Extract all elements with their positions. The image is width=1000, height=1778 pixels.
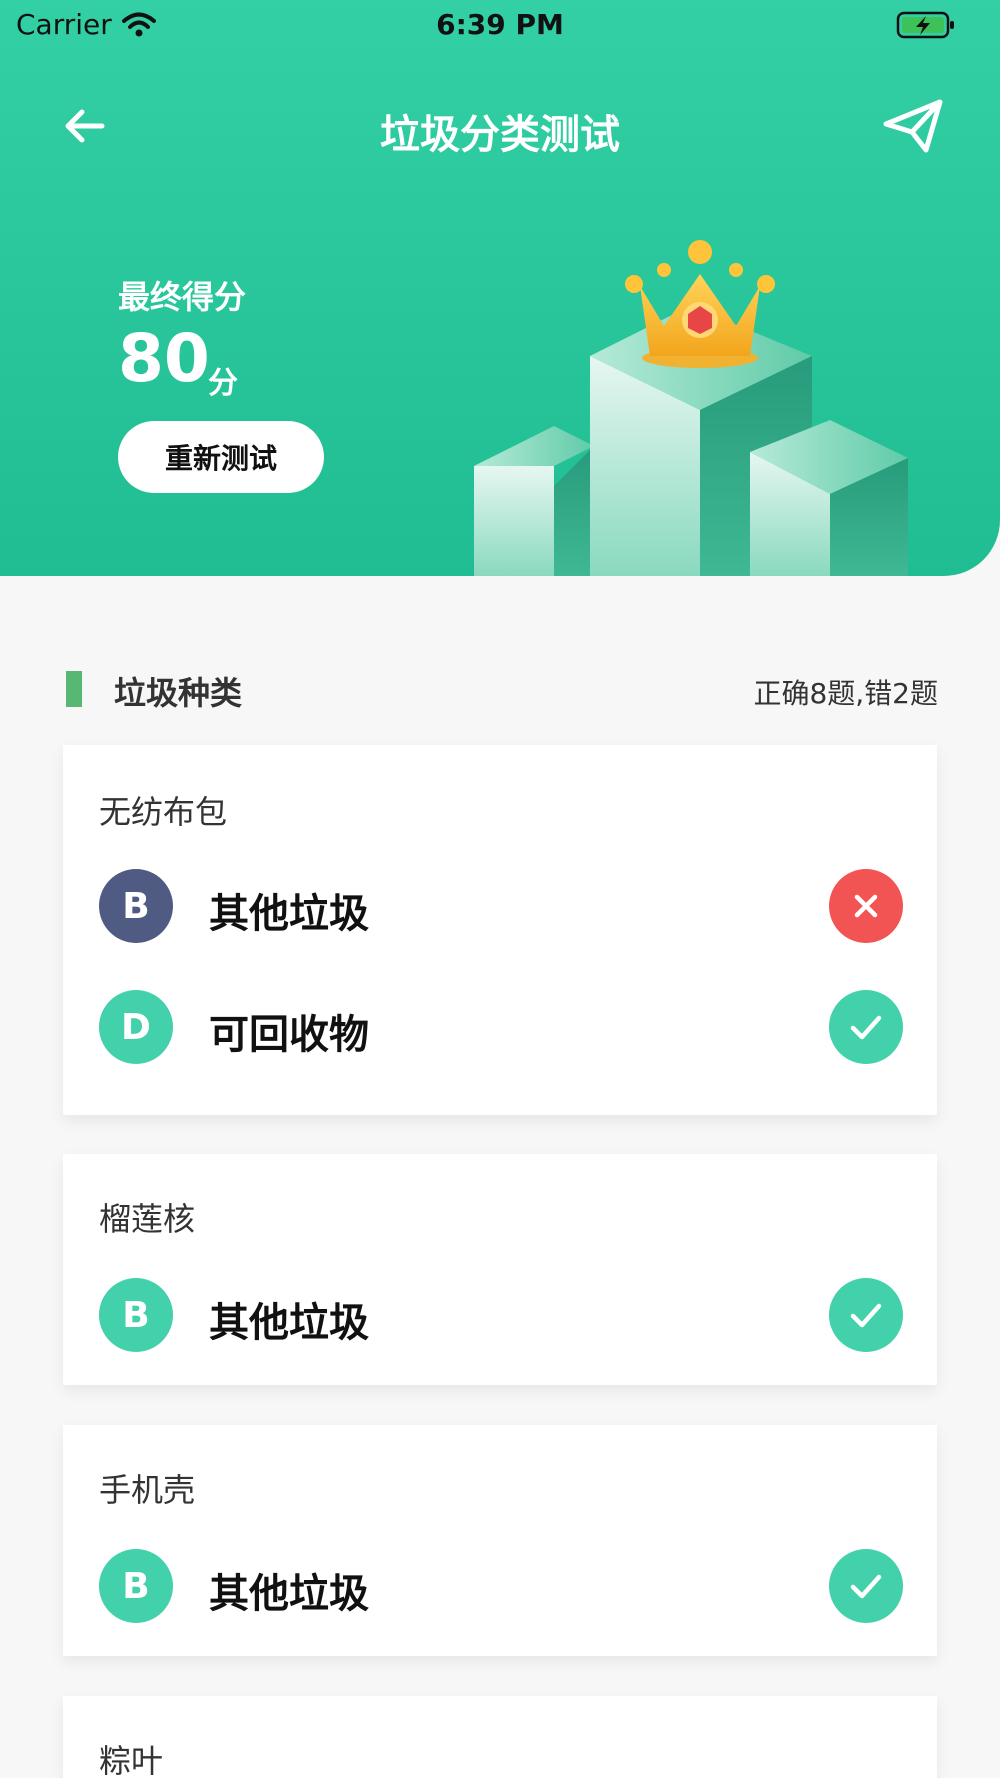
check-icon bbox=[829, 990, 903, 1064]
score-value: 80 bbox=[118, 320, 210, 397]
score-label: 最终得分 bbox=[118, 278, 247, 316]
section-indicator bbox=[66, 671, 82, 707]
section-title: 垃圾种类 bbox=[114, 674, 243, 712]
content-background bbox=[0, 576, 1000, 646]
answer-row: D 可回收物 bbox=[99, 990, 903, 1064]
answer-row: B 其他垃圾 bbox=[99, 1549, 903, 1623]
answer-letter-badge: D bbox=[99, 990, 173, 1064]
crown-icon bbox=[625, 240, 775, 368]
check-icon bbox=[829, 1278, 903, 1352]
battery-icon bbox=[896, 11, 954, 39]
status-time: 6:39 PM bbox=[436, 8, 564, 41]
question-card: 榴莲核 B 其他垃圾 bbox=[63, 1154, 937, 1385]
question-card: 手机壳 B 其他垃圾 bbox=[63, 1425, 937, 1656]
answer-text: 可回收物 bbox=[209, 1012, 369, 1058]
page-title: 垃圾分类测试 bbox=[380, 112, 620, 158]
question-item: 榴莲核 bbox=[99, 1200, 196, 1238]
answer-letter-badge: B bbox=[99, 1278, 173, 1352]
result-summary: 正确8题,错2题 bbox=[753, 677, 938, 710]
question-item: 手机壳 bbox=[99, 1471, 196, 1509]
question-item: 粽叶 bbox=[99, 1742, 164, 1778]
check-icon bbox=[829, 1549, 903, 1623]
answer-row: B 其他垃圾 bbox=[99, 869, 903, 943]
answer-text: 其他垃圾 bbox=[209, 891, 369, 937]
status-bar: Carrier 6:39 PM bbox=[0, 0, 1000, 50]
answer-text: 其他垃圾 bbox=[209, 1571, 369, 1617]
answer-text: 其他垃圾 bbox=[209, 1300, 369, 1346]
wrong-icon bbox=[829, 869, 903, 943]
answer-letter-badge: B bbox=[99, 1549, 173, 1623]
answer-letter-badge: B bbox=[99, 869, 173, 943]
score-unit: 分 bbox=[208, 366, 238, 401]
question-item: 无纺布包 bbox=[99, 793, 228, 831]
question-card: 无纺布包 B 其他垃圾 D 可回收物 bbox=[63, 745, 937, 1115]
question-card: 粽叶 bbox=[63, 1696, 937, 1778]
send-icon[interactable] bbox=[882, 98, 944, 154]
retest-button[interactable]: 重新测试 bbox=[118, 421, 324, 493]
answer-row: B 其他垃圾 bbox=[99, 1278, 903, 1352]
